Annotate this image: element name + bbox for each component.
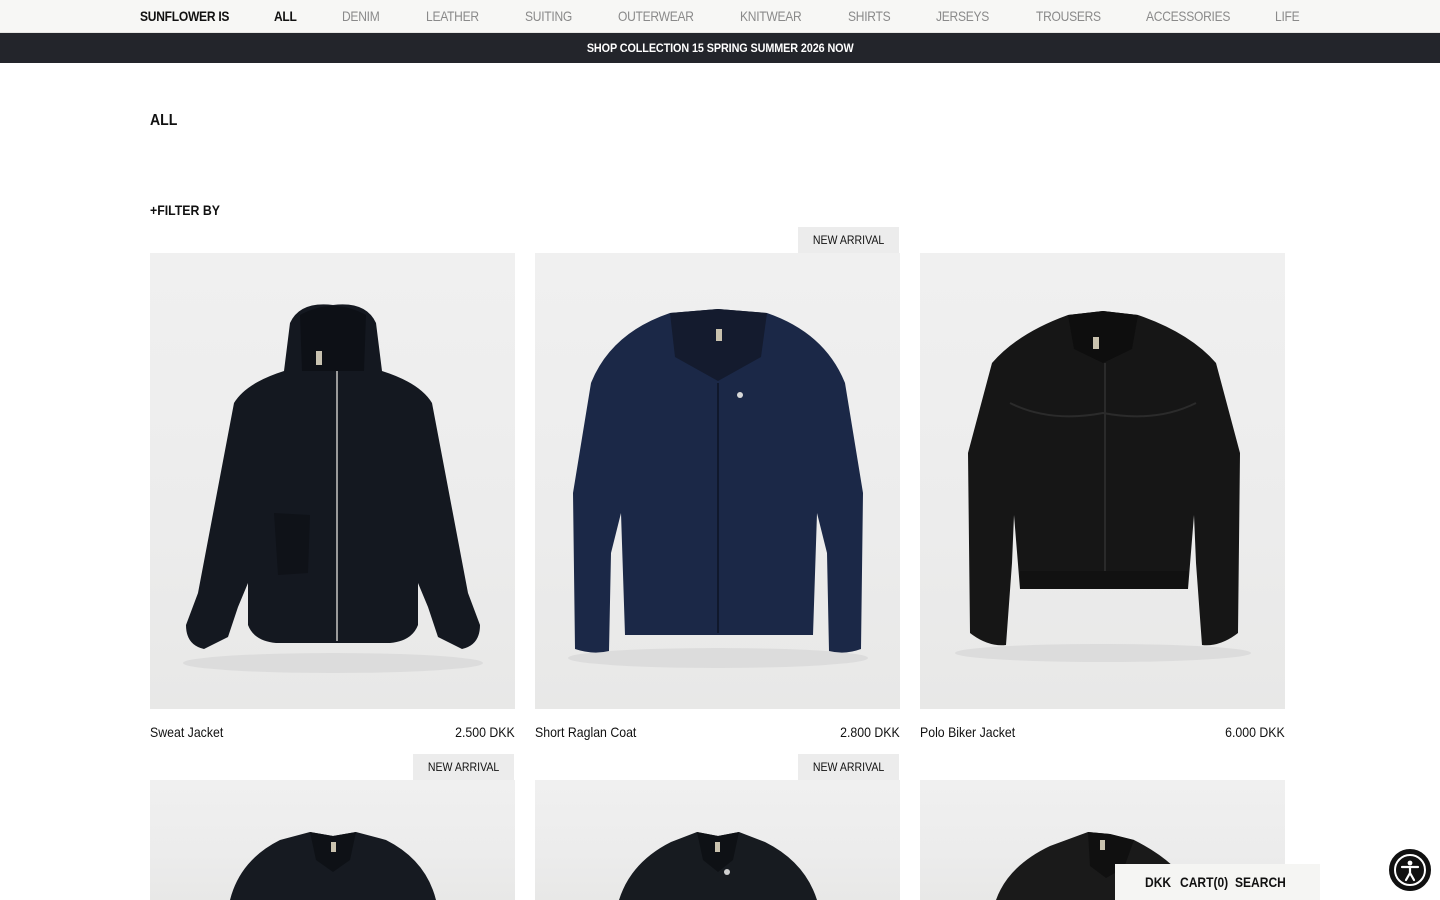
new-arrival-badge: NEW ARRIVAL	[798, 754, 900, 780]
nav-item-jerseys[interactable]: JERSEYS	[936, 8, 989, 24]
bottom-utility-bar: DKK CART(0) SEARCH	[1115, 864, 1320, 900]
announcement-bar: SHOP COLLECTION 15 SPRING SUMMER 2026 NO…	[0, 33, 1440, 63]
new-arrival-badge: NEW ARRIVAL	[798, 227, 900, 253]
brand-logo[interactable]: SUNFLOWER IS	[140, 8, 229, 24]
currency-selector[interactable]: DKK	[1145, 874, 1171, 890]
nav-item-life[interactable]: LIFE	[1275, 8, 1300, 24]
badge-label: NEW ARRIVAL	[427, 760, 500, 774]
nav-item-denim[interactable]: DENIM	[342, 8, 380, 24]
nav-item-trousers[interactable]: TROUSERS	[1036, 8, 1101, 24]
page-title: ALL	[150, 112, 178, 129]
badge-label: NEW ARRIVAL	[812, 760, 885, 774]
collared-jacket-image	[619, 832, 817, 900]
collared-jacket-image	[230, 832, 436, 900]
new-arrival-badge: NEW ARRIVAL	[413, 754, 515, 780]
product-card[interactable]: Sweat Jacket 2.500 DKK	[150, 253, 515, 743]
nav-item-accessories[interactable]: ACCESSORIES	[1146, 8, 1230, 24]
badge-label: NEW ARRIVAL	[812, 233, 885, 247]
accessibility-ring	[1394, 854, 1426, 886]
product-image[interactable]	[535, 780, 900, 900]
leather-biker-jacket-image	[955, 311, 1251, 662]
product-image[interactable]	[150, 253, 515, 709]
person-icon	[1400, 860, 1420, 882]
nav-item-leather[interactable]: LEATHER	[426, 8, 479, 24]
nav-item-all[interactable]: ALL	[274, 8, 297, 24]
filter-by-button[interactable]: +FILTER BY	[150, 202, 220, 218]
nav-item-suiting[interactable]: SUITING	[525, 8, 572, 24]
product-card[interactable]	[150, 780, 515, 900]
accessibility-icon[interactable]	[1389, 849, 1431, 891]
product-image[interactable]	[920, 253, 1285, 709]
product-card[interactable]: Polo Biker Jacket 6.000 DKK	[920, 253, 1285, 743]
product-card[interactable]	[535, 780, 900, 900]
raglan-coat-image	[568, 309, 868, 668]
product-price: 2.500 DKK	[455, 724, 515, 740]
cart-button[interactable]: CART(0)	[1180, 874, 1228, 890]
product-image[interactable]	[535, 253, 900, 709]
nav-item-knitwear[interactable]: KNITWEAR	[740, 8, 802, 24]
product-price: 2.800 DKK	[840, 724, 900, 740]
product-image[interactable]	[150, 780, 515, 900]
product-name[interactable]: Polo Biker Jacket	[920, 724, 1015, 740]
nav-item-shirts[interactable]: SHIRTS	[848, 8, 891, 24]
announcement-link[interactable]: SHOP COLLECTION 15 SPRING SUMMER 2026 NO…	[587, 41, 854, 55]
hooded-zip-jacket-image	[183, 304, 483, 673]
nav-item-outerwear[interactable]: OUTERWEAR	[618, 8, 694, 24]
search-button[interactable]: SEARCH	[1235, 874, 1286, 890]
product-name[interactable]: Sweat Jacket	[150, 724, 223, 740]
product-card[interactable]: Short Raglan Coat 2.800 DKK	[535, 253, 900, 743]
product-name[interactable]: Short Raglan Coat	[535, 724, 636, 740]
product-price: 6.000 DKK	[1225, 724, 1285, 740]
top-navigation: SUNFLOWER IS ALL DENIM LEATHER SUITING O…	[0, 0, 1440, 33]
